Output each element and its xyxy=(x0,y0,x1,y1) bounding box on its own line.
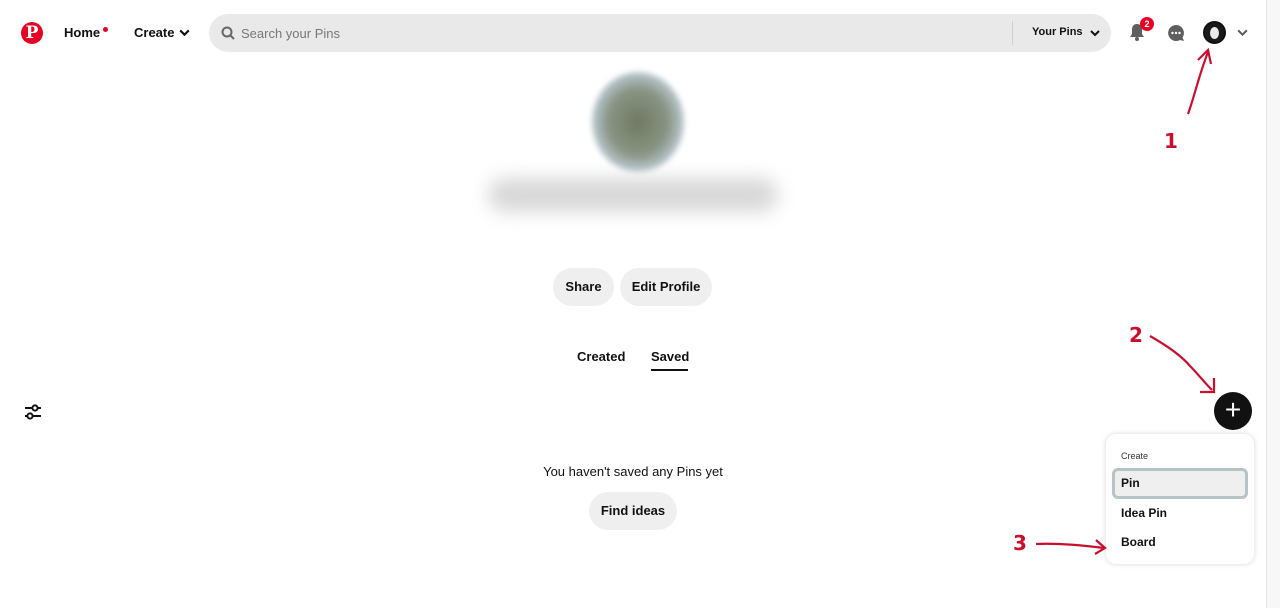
search-bar[interactable]: Your Pins xyxy=(209,14,1111,52)
notification-badge: 2 xyxy=(1140,17,1154,31)
empty-state-message: You haven't saved any Pins yet xyxy=(543,464,723,479)
create-menu: Create Pin Idea Pin Board xyxy=(1106,434,1254,564)
tab-created[interactable]: Created xyxy=(577,349,625,364)
create-menu-item-idea-pin[interactable]: Idea Pin xyxy=(1112,498,1248,529)
nav-home-link[interactable]: Home xyxy=(64,25,100,40)
pinterest-logo-icon[interactable]: P xyxy=(21,22,43,44)
create-menu-item-board[interactable]: Board xyxy=(1112,527,1248,558)
account-chevron-down-icon[interactable] xyxy=(1236,26,1249,39)
tab-saved[interactable]: Saved xyxy=(651,349,689,364)
annotation-arrow-2 xyxy=(1149,335,1216,394)
filter-sliders-icon[interactable] xyxy=(24,404,42,420)
top-navigation-bar: P Home Create Your Pins 2 xyxy=(0,0,1266,66)
nav-create-link[interactable]: Create xyxy=(134,25,174,40)
page-scrollbar[interactable] xyxy=(1266,0,1280,608)
annotation-number-1: 1 xyxy=(1164,129,1178,153)
share-button[interactable]: Share xyxy=(553,268,614,306)
home-notification-dot xyxy=(103,27,108,32)
chevron-down-icon[interactable] xyxy=(178,26,191,39)
find-ideas-button[interactable]: Find ideas xyxy=(589,492,677,530)
profile-picture-blurred xyxy=(592,72,684,172)
annotation-number-2: 2 xyxy=(1129,323,1143,347)
chevron-down-icon[interactable] xyxy=(1089,27,1101,39)
profile-name-blurred xyxy=(488,178,778,212)
annotation-arrow-1 xyxy=(1186,47,1213,115)
active-tab-underline xyxy=(651,369,688,371)
annotation-arrow-3 xyxy=(1035,539,1107,555)
search-icon xyxy=(221,26,235,40)
edit-profile-button[interactable]: Edit Profile xyxy=(620,268,712,306)
create-menu-title: Create xyxy=(1121,451,1149,461)
search-input[interactable] xyxy=(241,14,1001,52)
create-menu-item-pin[interactable]: Pin xyxy=(1112,468,1248,499)
search-divider xyxy=(1012,21,1013,45)
annotation-number-3: 3 xyxy=(1013,531,1027,555)
search-scope-dropdown[interactable]: Your Pins xyxy=(1032,26,1083,38)
